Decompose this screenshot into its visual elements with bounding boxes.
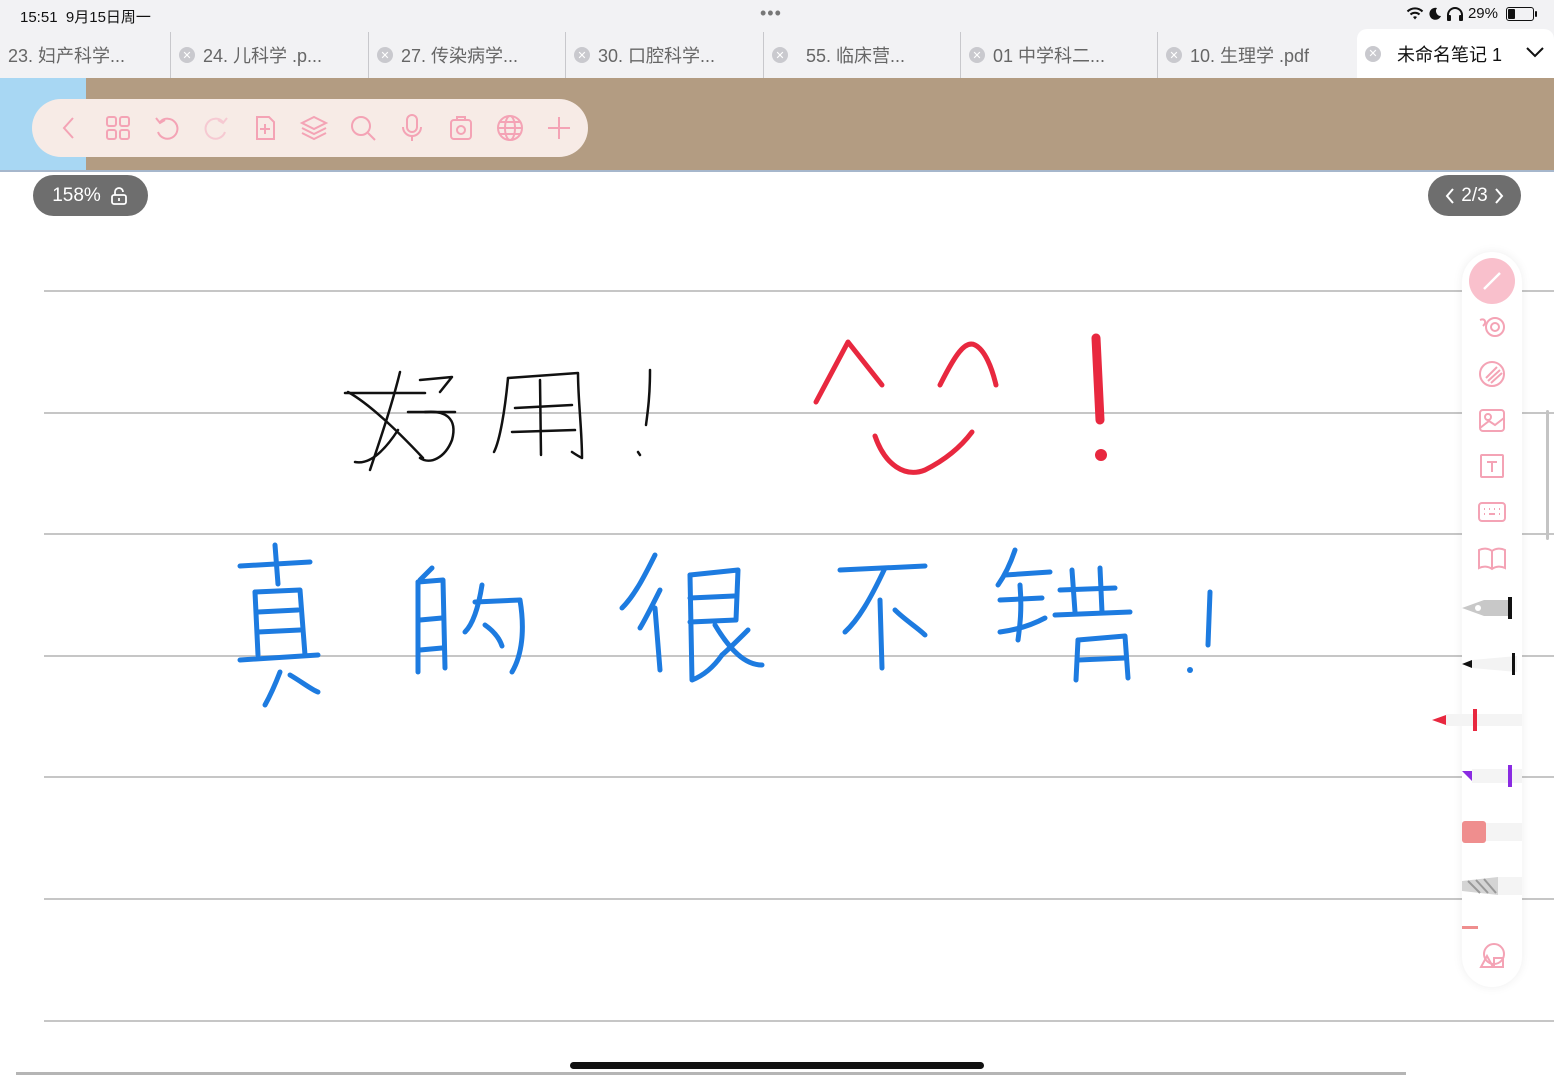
tool-peek bbox=[1462, 922, 1522, 932]
keyboard-icon[interactable] bbox=[1462, 496, 1522, 528]
handwriting-red bbox=[813, 333, 1107, 475]
tools-toolbar bbox=[1432, 252, 1522, 987]
eraser-icon[interactable] bbox=[1462, 358, 1522, 390]
scrollbar[interactable] bbox=[1546, 410, 1549, 540]
home-indicator[interactable] bbox=[570, 1062, 984, 1069]
handwriting-black bbox=[343, 368, 652, 472]
pen-tool-icon bbox=[1469, 258, 1515, 304]
handwriting-canvas[interactable] bbox=[0, 0, 1554, 1080]
pink-eraser-icon[interactable] bbox=[1462, 816, 1522, 848]
purple-highlighter-icon[interactable] bbox=[1462, 760, 1522, 792]
fountain-pen-icon[interactable] bbox=[1462, 592, 1522, 624]
book-icon[interactable] bbox=[1462, 542, 1522, 574]
handwriting-blue bbox=[237, 542, 1213, 708]
image-icon[interactable] bbox=[1462, 404, 1522, 436]
shapes-icon[interactable] bbox=[1462, 940, 1522, 972]
ballpoint-pen-icon[interactable] bbox=[1462, 648, 1522, 680]
pen-tool-button[interactable] bbox=[1462, 258, 1522, 304]
pencil-icon[interactable] bbox=[1462, 870, 1522, 902]
lasso-icon[interactable] bbox=[1462, 312, 1522, 344]
text-box-icon[interactable] bbox=[1462, 450, 1522, 482]
page-bottom-edge bbox=[16, 1072, 1406, 1075]
red-marker-icon[interactable] bbox=[1432, 704, 1522, 736]
